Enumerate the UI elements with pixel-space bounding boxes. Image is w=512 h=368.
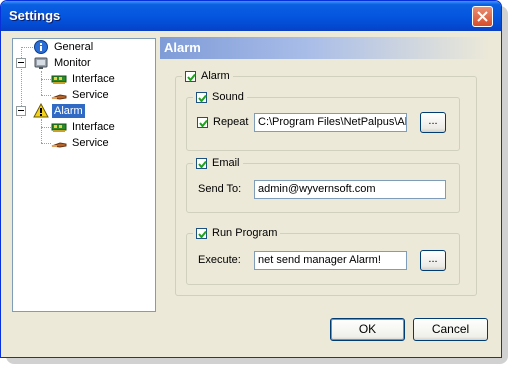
- tree-item-label: Alarm: [52, 104, 85, 118]
- collapse-toggle[interactable]: [16, 106, 26, 116]
- cancel-button[interactable]: Cancel: [413, 318, 488, 341]
- run-program-label: Run Program: [212, 227, 278, 239]
- checkbox-box[interactable]: [185, 70, 196, 82]
- check-icon: [198, 230, 207, 239]
- tree-item-label: Interface: [72, 73, 115, 85]
- tree-item-alarm-interface[interactable]: Interface: [51, 119, 117, 135]
- send-to-input[interactable]: admin@wyvernsoft.com: [254, 180, 446, 199]
- tree-item-label: General: [54, 41, 94, 53]
- execute-label: Execute:: [198, 254, 241, 266]
- tree-item-label: Interface: [72, 121, 115, 133]
- close-button[interactable]: [472, 6, 493, 27]
- alarm-checkbox[interactable]: Alarm: [182, 69, 233, 83]
- checkbox-box[interactable]: [197, 116, 208, 128]
- checkbox-box[interactable]: [196, 157, 207, 169]
- check-icon: [199, 119, 208, 128]
- sound-label: Sound: [212, 91, 244, 103]
- panel-header: Alarm: [160, 37, 490, 59]
- close-icon: [477, 11, 488, 22]
- tree-item-alarm-service[interactable]: Service: [51, 135, 111, 151]
- checkbox-box[interactable]: [196, 91, 207, 103]
- panel-title: Alarm: [164, 40, 201, 55]
- checkbox-box[interactable]: [196, 227, 207, 239]
- network-card-icon: [51, 75, 67, 84]
- alarm-panel: Alarm Alarm Sound Repeat C:\Program File…: [160, 37, 490, 309]
- tree-item-alarm[interactable]: Alarm: [33, 103, 85, 119]
- network-card-icon: [51, 123, 67, 132]
- settings-dialog: Settings General Monitor Interface Servi…: [0, 0, 502, 358]
- tree-item-monitor-interface[interactable]: Interface: [51, 71, 117, 87]
- tree-item-label: Service: [72, 89, 109, 101]
- tree-item-monitor-service[interactable]: Service: [51, 87, 111, 103]
- email-checkbox[interactable]: Email: [193, 156, 243, 170]
- collapse-toggle[interactable]: [16, 58, 26, 68]
- repeat-label: Repeat: [213, 116, 249, 128]
- check-icon: [198, 160, 207, 169]
- check-icon: [187, 73, 196, 82]
- title-bar[interactable]: Settings: [1, 1, 501, 31]
- dialog-body: General Monitor Interface Service Alarm …: [4, 31, 498, 354]
- service-icon: [51, 94, 67, 100]
- sound-checkbox[interactable]: Sound: [193, 90, 247, 104]
- email-label: Email: [212, 157, 240, 169]
- ok-button[interactable]: OK: [330, 318, 405, 341]
- sound-file-path-input[interactable]: C:\Program Files\NetPalpus\Al: [254, 113, 407, 132]
- tree-item-general[interactable]: General: [33, 39, 95, 55]
- browse-sound-button[interactable]: ...: [420, 112, 446, 133]
- alarm-label: Alarm: [201, 70, 230, 82]
- browse-program-button[interactable]: ...: [420, 250, 446, 271]
- warning-icon: [33, 103, 49, 118]
- tree-item-label: Monitor: [54, 57, 91, 69]
- window-title: Settings: [9, 8, 61, 23]
- settings-tree[interactable]: General Monitor Interface Service Alarm …: [12, 38, 156, 312]
- run-program-checkbox[interactable]: Run Program: [193, 226, 281, 240]
- repeat-checkbox[interactable]: Repeat: [197, 115, 248, 129]
- info-icon: [34, 40, 48, 54]
- send-to-label: Send To:: [198, 183, 242, 195]
- tree-item-label: Service: [72, 137, 109, 149]
- monitor-icon: [34, 57, 48, 69]
- check-icon: [198, 94, 207, 103]
- tree-item-monitor[interactable]: Monitor: [33, 55, 93, 71]
- service-icon: [51, 142, 67, 148]
- execute-input[interactable]: net send manager Alarm!: [254, 251, 407, 270]
